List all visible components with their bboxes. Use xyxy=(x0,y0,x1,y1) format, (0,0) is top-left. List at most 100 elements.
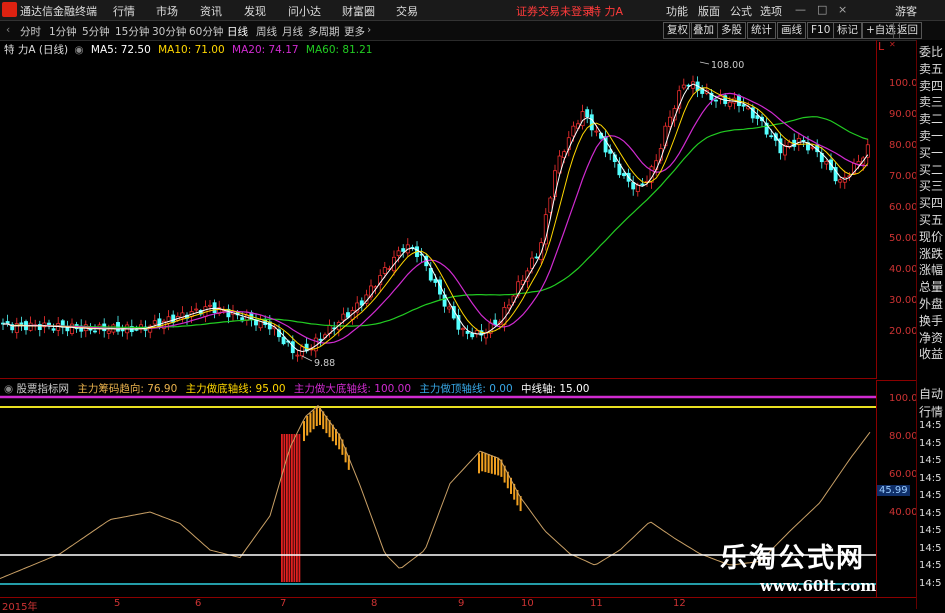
maximize-icon[interactable]: □ xyxy=(817,3,827,16)
sub-axis-40: 40.00 xyxy=(889,507,918,518)
candlestick-chart[interactable]: 108.00 9.88 xyxy=(0,40,876,379)
title-bar: 通达信金融终端 行情 市场 资讯 发现 问小达 财富圈 交易 证券交易未登录 特… xyxy=(0,0,945,21)
chevron-right-icon[interactable]: › xyxy=(367,24,371,36)
period-monthly[interactable]: 月线 xyxy=(282,24,303,39)
menu-discover[interactable]: 发现 xyxy=(244,3,266,19)
candle-body xyxy=(796,138,801,145)
orange-bar xyxy=(306,415,309,436)
close-icon[interactable]: × xyxy=(838,3,847,16)
orange-bar xyxy=(478,453,480,474)
axis-label-100: 100.0 xyxy=(889,78,918,89)
period-1min[interactable]: 1分钟 xyxy=(49,24,77,39)
indicator-axis: 100.0 80.00 60.00 45.99 40.00 xyxy=(876,380,918,598)
menu-market[interactable]: 市场 xyxy=(156,3,178,19)
period-5min[interactable]: 5分钟 xyxy=(82,24,110,39)
guest-label[interactable]: 游客 xyxy=(895,3,917,19)
tick-time-label: 14:5 xyxy=(919,455,942,466)
minimize-icon[interactable]: — xyxy=(795,3,806,16)
axis-label-40: 40.00 xyxy=(889,264,918,275)
x-label-7: 7 xyxy=(280,598,287,609)
candle-body xyxy=(668,116,672,127)
quote-panel-label: 外盘 xyxy=(919,297,944,311)
candles-group xyxy=(1,75,870,362)
draw-button[interactable]: 画线 xyxy=(777,22,806,39)
overlay-button[interactable]: 叠加 xyxy=(689,22,718,39)
tick-time-label: 14:5 xyxy=(919,525,942,536)
candle-body xyxy=(631,182,636,190)
candle-body xyxy=(447,306,452,310)
menu-ask[interactable]: 问小达 xyxy=(288,3,321,19)
ma60-line xyxy=(2,116,868,329)
menu-layout[interactable]: 版面 xyxy=(698,3,720,19)
multi-stock-button[interactable]: 多股 xyxy=(717,22,746,39)
period-timeshare[interactable]: 分时 xyxy=(20,24,41,39)
orange-bar xyxy=(497,457,500,476)
stock-name-title: 特 力A xyxy=(590,5,624,18)
menu-formula[interactable]: 公式 xyxy=(730,3,752,19)
orange-bar xyxy=(315,407,318,426)
orange-bars xyxy=(303,406,522,512)
app-logo-icon xyxy=(2,2,17,17)
candle-body xyxy=(106,330,111,334)
candle-body xyxy=(171,314,176,323)
panel-mode-label[interactable]: 行情 xyxy=(919,403,943,420)
stats-button[interactable]: 统计 xyxy=(747,22,776,39)
candle-body xyxy=(681,84,686,89)
mark-button[interactable]: 标记 xyxy=(833,22,862,39)
orange-bar xyxy=(303,421,305,442)
candle-body xyxy=(838,179,843,183)
period-multi[interactable]: 多周期 xyxy=(308,24,340,39)
period-toolbar: ‹ 分时 1分钟 5分钟 15分钟 30分钟 60分钟 日线 周线 月线 多周期… xyxy=(0,21,945,41)
candle-body xyxy=(571,125,576,137)
menu-function[interactable]: 功能 xyxy=(666,3,688,19)
axis-label-90: 90.00 xyxy=(889,109,918,120)
ma20-line xyxy=(2,92,868,344)
period-daily[interactable]: 日线 xyxy=(227,24,248,39)
candle-body xyxy=(318,338,323,341)
candle-body xyxy=(622,173,626,177)
quote-panel-label: 净资 xyxy=(919,330,944,345)
back-button[interactable]: 返回 xyxy=(893,22,922,39)
chevron-left-icon[interactable]: ‹ xyxy=(6,24,10,36)
menu-options[interactable]: 选项 xyxy=(760,3,782,19)
candle-body xyxy=(824,160,829,165)
candle-body xyxy=(801,139,806,142)
period-30min[interactable]: 30分钟 xyxy=(152,24,186,39)
candle-body xyxy=(134,329,139,331)
panel-mode-label[interactable]: 自动 xyxy=(919,385,943,402)
adjust-button[interactable]: 复权 xyxy=(663,22,692,39)
candle-body xyxy=(157,318,162,327)
login-warning[interactable]: 证券交易未登录 xyxy=(516,3,593,19)
quote-panel-label: 总量 xyxy=(919,280,944,295)
quote-panel-label: 换手 xyxy=(919,313,944,328)
menu-news[interactable]: 资讯 xyxy=(200,3,222,19)
tick-time-label: 14:5 xyxy=(919,507,942,519)
period-more[interactable]: 更多 xyxy=(344,24,365,39)
low-pointer xyxy=(301,355,313,362)
watermark-url: www.60lt.com xyxy=(760,577,877,595)
l-icon: L xyxy=(878,40,885,53)
quote-panel-label: 涨跌 xyxy=(919,246,944,261)
menu-wealth[interactable]: 财富圈 xyxy=(342,3,375,19)
candle-body xyxy=(484,332,488,339)
candle-body xyxy=(727,101,732,107)
candle-body xyxy=(19,322,24,325)
quote-panel-label: 买五 xyxy=(919,213,944,227)
quote-panel-label: 涨幅 xyxy=(919,263,944,278)
axis-label-60: 60.00 xyxy=(889,202,918,213)
red-bar xyxy=(298,434,301,582)
tick-time-label: 14:5 xyxy=(919,560,942,571)
sub-axis-60: 60.00 xyxy=(889,469,918,480)
candle-body xyxy=(194,308,199,311)
x-label-9: 9 xyxy=(458,598,465,609)
menu-quotes[interactable]: 行情 xyxy=(113,3,135,19)
tick-time-label: 14:5 xyxy=(919,577,942,589)
period-60min[interactable]: 60分钟 xyxy=(189,24,223,39)
period-15min[interactable]: 15分钟 xyxy=(115,24,149,39)
orange-bar xyxy=(494,456,496,475)
f10-button[interactable]: F10 xyxy=(807,22,835,39)
candle-body xyxy=(295,354,300,357)
period-weekly[interactable]: 周线 xyxy=(256,24,277,39)
menu-trade[interactable]: 交易 xyxy=(396,3,418,19)
tick-time-label: 14:5 xyxy=(919,542,942,554)
